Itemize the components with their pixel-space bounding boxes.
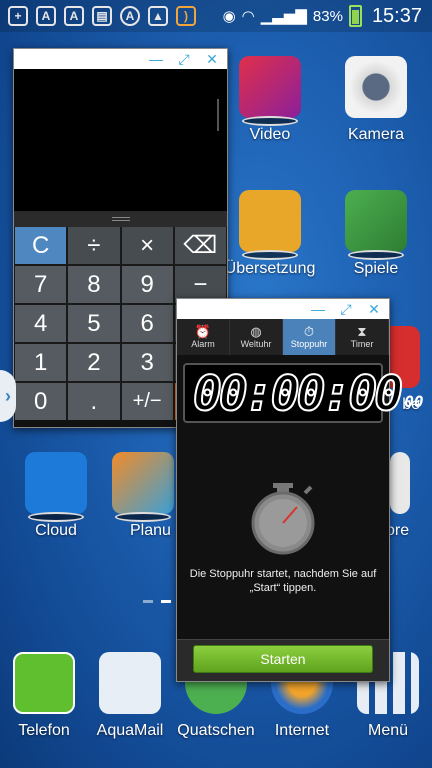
app-label: Übersetzung xyxy=(224,260,316,277)
close-icon[interactable]: ✕ xyxy=(367,302,381,316)
games-icon xyxy=(345,190,407,260)
text-cursor xyxy=(217,99,219,131)
app-label: Video xyxy=(249,126,291,143)
world-clock-icon: ◍ xyxy=(250,324,262,339)
key-multiply[interactable]: × xyxy=(121,227,173,264)
multiwindow-tray-handle[interactable]: › xyxy=(0,370,16,422)
bottom-bar: Starten xyxy=(177,639,389,681)
hourglass-icon: ⧗ xyxy=(357,324,367,339)
key-9[interactable]: 9 xyxy=(121,266,173,303)
tab-stoppuhr[interactable]: ⏱ Stoppuhr xyxy=(283,319,336,355)
aquamail-icon: A xyxy=(120,6,140,26)
page-indicator xyxy=(143,600,171,603)
sim-icon: ▤ xyxy=(92,6,112,26)
window-titlebar[interactable]: — ⤢ ✕ xyxy=(177,299,389,319)
app-planner[interactable]: Planu xyxy=(110,452,176,540)
window-titlebar[interactable]: — ⤢ ✕ xyxy=(14,49,227,69)
alarm-icon: ⏰ xyxy=(194,324,212,339)
aquamail-icon: A xyxy=(36,6,56,26)
stopwatch-icon: ⏱ xyxy=(303,324,315,339)
rss-icon: ) xyxy=(176,6,196,26)
tab-label: Alarm xyxy=(191,339,215,349)
chevron-right-icon: › xyxy=(5,385,11,406)
aquamail-icon: A xyxy=(64,6,84,26)
key-4[interactable]: 4 xyxy=(15,305,67,342)
key-clear[interactable]: C xyxy=(15,227,67,264)
stopwatch-hundredths: 00 xyxy=(404,392,424,411)
app-uebersetzung[interactable]: Übersetzung xyxy=(218,190,322,278)
clock: 15:37 xyxy=(371,4,422,27)
phone-icon xyxy=(13,652,75,714)
app-label: Menü xyxy=(367,722,409,739)
app-label: Spiele xyxy=(353,260,399,277)
tab-weltuhr[interactable]: ◍ Weltuhr xyxy=(230,319,283,355)
app-cloud[interactable]: Cloud xyxy=(4,452,108,540)
key-7[interactable]: 7 xyxy=(15,266,67,303)
app-label: Cloud xyxy=(35,522,77,539)
dict-icon xyxy=(239,190,301,260)
key-8[interactable]: 8 xyxy=(68,266,120,303)
status-bar: + A A ▤ A ▲ ) ◉ ◠ ▁▃▅▇ 83% 15:37 xyxy=(0,0,432,32)
aquamail-icon xyxy=(99,652,161,714)
app-store[interactable]: ore xyxy=(386,452,426,540)
minimize-icon[interactable]: — xyxy=(311,302,325,316)
close-icon[interactable]: ✕ xyxy=(205,52,219,66)
stopwatch-hint: Die Stoppuhr startet, nachdem Sie auf „S… xyxy=(189,568,377,594)
app-label: Kamera xyxy=(347,126,405,143)
video-icon xyxy=(239,56,301,126)
key-decimal[interactable]: . xyxy=(68,383,120,420)
maximize-icon[interactable]: ⤢ xyxy=(339,302,353,316)
stopwatch-body: Die Stoppuhr startet, nachdem Sie auf „S… xyxy=(177,437,389,637)
camera-icon xyxy=(345,56,407,118)
app-kamera[interactable]: Kamera xyxy=(324,56,428,144)
drag-handle[interactable] xyxy=(14,211,227,227)
key-backspace[interactable]: ⌫ xyxy=(174,227,226,264)
clock-window[interactable]: — ⤢ ✕ ⏰ Alarm ◍ Weltuhr ⏱ Stoppuhr ⧗ Tim… xyxy=(176,298,423,682)
page-dot xyxy=(161,600,171,603)
key-5[interactable]: 5 xyxy=(68,305,120,342)
page-dot xyxy=(143,600,153,603)
image-icon: ▲ xyxy=(148,6,168,26)
app-video[interactable]: Video xyxy=(218,56,322,144)
signal-icon: ▁▃▅▇ xyxy=(260,8,307,25)
key-divide[interactable]: ÷ xyxy=(68,227,120,264)
key-negate[interactable]: +/− xyxy=(121,383,173,420)
planner-icon xyxy=(112,452,174,522)
dropbox-icon xyxy=(25,452,87,522)
battery-icon xyxy=(348,5,362,27)
wifi-icon: ◠ xyxy=(241,8,255,25)
key-1[interactable]: 1 xyxy=(15,344,67,381)
stopwatch-time: 00:00:00 xyxy=(192,366,404,422)
calculator-display xyxy=(14,69,227,211)
app-spiele[interactable]: Spiele xyxy=(324,190,428,278)
key-3[interactable]: 3 xyxy=(121,344,173,381)
clock-tabs: ⏰ Alarm ◍ Weltuhr ⏱ Stoppuhr ⧗ Timer xyxy=(177,319,389,355)
tab-label: Stoppuhr xyxy=(290,339,328,349)
store-icon xyxy=(390,452,410,514)
key-6[interactable]: 6 xyxy=(121,305,173,342)
app-label: ore xyxy=(386,522,410,539)
minimize-icon[interactable]: — xyxy=(149,52,163,66)
key-2[interactable]: 2 xyxy=(68,344,120,381)
tab-timer[interactable]: ⧗ Timer xyxy=(336,319,389,355)
plus-icon: + xyxy=(8,6,28,26)
key-0[interactable]: 0 xyxy=(15,383,67,420)
tab-label: Timer xyxy=(350,339,374,349)
app-label: Planu xyxy=(130,522,171,539)
maximize-icon[interactable]: ⤢ xyxy=(177,52,191,66)
eye-icon: ◉ xyxy=(222,8,236,25)
stopwatch-display: 00:00:00 00 xyxy=(183,363,423,423)
tab-label: Weltuhr xyxy=(240,339,272,349)
battery-percent: 83% xyxy=(312,7,343,25)
tab-alarm[interactable]: ⏰ Alarm xyxy=(177,319,230,355)
stopwatch-illustration-icon xyxy=(251,483,315,555)
start-button[interactable]: Starten xyxy=(193,645,373,673)
